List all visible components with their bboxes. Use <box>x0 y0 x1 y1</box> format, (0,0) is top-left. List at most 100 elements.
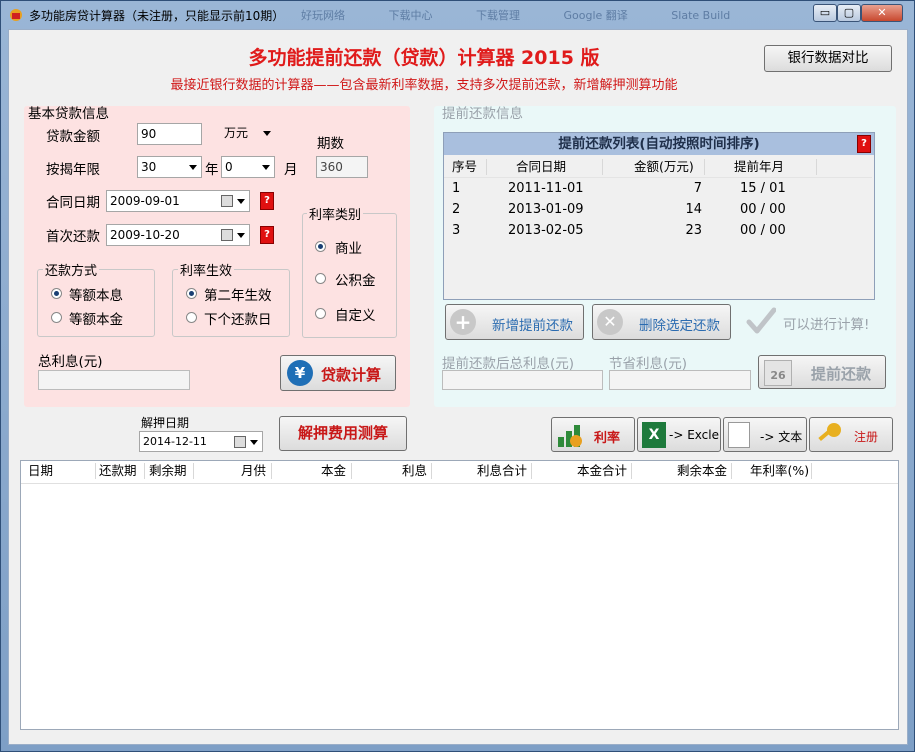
calendar-icon <box>221 229 233 241</box>
close-button[interactable]: ✕ <box>861 4 903 22</box>
close-circle-icon: ✕ <box>597 309 623 335</box>
after-interest-output <box>442 370 603 390</box>
col-date[interactable]: 日期 <box>28 461 53 481</box>
repay-method-title: 还款方式 <box>43 260 100 279</box>
title-bar[interactable]: 多功能房贷计算器（未注册，只能显示前10期） 好玩网络 下载中心 下载管理 Go… <box>1 1 914 29</box>
schedule-header: 日期 还款期 剩余期 月供 本金 利息 利息合计 本金合计 剩余本金 年利率(%… <box>21 461 898 484</box>
col-interest-total[interactable]: 利息合计 <box>477 461 527 481</box>
contract-date-label: 合同日期 <box>46 195 100 211</box>
list-item[interactable]: 1 2011-11-01 7 15 / 01 <box>444 181 872 202</box>
key-icon <box>814 421 844 449</box>
release-cost-button[interactable]: 解押费用测算 <box>279 416 407 451</box>
prepay-row-amount: 14 <box>685 202 702 217</box>
add-prepay-label: 新增提前还款 <box>492 318 573 334</box>
export-excel-label: -> Excle <box>669 428 719 442</box>
maximize-button[interactable]: ▢ <box>837 4 861 22</box>
months-select[interactable]: 0 <box>221 156 275 178</box>
background-tabs: 好玩网络 下载中心 下载管理 Google 翻译 Slate Build <box>301 9 731 22</box>
delete-prepay-label: 删除选定还款 <box>639 318 720 334</box>
rate-effect-next-year-label[interactable]: 第二年生效 <box>204 284 272 304</box>
calendar-icon: 26 <box>764 360 792 386</box>
rate-type-commercial-label[interactable]: 商业 <box>335 237 362 257</box>
help-contract-date-icon[interactable]: ? <box>260 192 274 210</box>
col-interest[interactable]: 利息 <box>402 461 427 481</box>
prepay-row-yearmonth: 00 / 00 <box>740 223 786 238</box>
prepay-row-amount: 7 <box>693 181 702 196</box>
col-remaining-principal[interactable]: 剩余本金 <box>677 461 727 481</box>
repay-equal-principal-radio[interactable] <box>51 312 62 323</box>
amount-unit-select[interactable]: 万元 <box>221 123 275 145</box>
rate-type-commercial-radio[interactable] <box>315 241 326 252</box>
basic-loan-panel: 基本贷款信息 贷款金额 90 万元 按揭年限 30 年 0 月 期数 360 合… <box>24 106 410 407</box>
repay-equal-installment-label[interactable]: 等额本息 <box>69 284 123 304</box>
rate-type-fund-radio[interactable] <box>315 273 326 284</box>
export-text-label: -> 文本 <box>760 430 803 444</box>
list-item[interactable]: 2 2013-01-09 14 00 / 00 <box>444 202 872 223</box>
export-excel-button[interactable]: X -> Excle <box>637 417 721 452</box>
prepay-calc-button[interactable]: 26 提前还款 <box>758 355 886 389</box>
delete-prepay-button[interactable]: ✕ 删除选定还款 <box>592 304 731 340</box>
rate-button[interactable]: 利率 <box>551 417 635 452</box>
col-remaining-periods[interactable]: 剩余期 <box>149 461 187 481</box>
col-monthly-payment[interactable]: 月供 <box>241 461 266 481</box>
rate-type-group: 利率类别 商业 公积金 自定义 <box>302 204 397 338</box>
col-principal-total[interactable]: 本金合计 <box>577 461 627 481</box>
bank-compare-button[interactable]: 银行数据对比 <box>764 45 892 72</box>
repay-method-group: 还款方式 等额本息 等额本金 <box>37 260 155 337</box>
years-value: 30 <box>141 160 157 174</box>
release-date-picker[interactable]: 2014-12-11 <box>139 431 263 452</box>
page-title: 多功能提前还款（贷款）计算器 2015 版 <box>248 47 600 69</box>
calendar-icon <box>221 195 233 207</box>
help-first-repay-icon[interactable]: ? <box>260 226 274 244</box>
page-subtitle: 最接近银行数据的计算器——包含最新利率数据，支持多次提前还款，新增解押测算功能 <box>170 78 678 93</box>
col-period[interactable]: 还款期 <box>99 461 137 481</box>
export-text-button[interactable]: -> 文本 <box>723 417 807 452</box>
saved-interest-output <box>609 370 751 390</box>
prepay-list-box[interactable]: 提前还款列表(自动按照时间排序) ? 序号 合同日期 金额(万元) 提前年月 1… <box>443 132 875 300</box>
rate-effect-next-payment-label[interactable]: 下个还款日 <box>204 308 272 328</box>
month-unit-label: 月 <box>284 162 298 178</box>
prepay-row-index: 2 <box>452 202 461 217</box>
text-file-icon <box>728 422 750 448</box>
prepay-col-amount[interactable]: 金额(万元) <box>634 157 694 177</box>
app-logo-icon <box>9 8 23 22</box>
rate-type-custom-label[interactable]: 自定义 <box>335 304 376 324</box>
list-item[interactable]: 3 2013-02-05 23 00 / 00 <box>444 223 872 244</box>
rate-type-title: 利率类别 <box>307 204 364 223</box>
prepay-list-header: 序号 合同日期 金额(万元) 提前年月 <box>444 157 872 178</box>
years-select[interactable]: 30 <box>137 156 202 178</box>
chevron-down-icon <box>237 199 245 204</box>
col-principal[interactable]: 本金 <box>321 461 346 481</box>
prepay-col-yearmonth[interactable]: 提前年月 <box>734 157 784 177</box>
rate-effect-next-year-radio[interactable] <box>186 288 197 299</box>
release-date-value: 2014-12-11 <box>143 435 207 448</box>
repay-equal-principal-label[interactable]: 等额本金 <box>69 308 123 328</box>
help-prepay-list-icon[interactable]: ? <box>857 135 871 153</box>
prepay-col-index[interactable]: 序号 <box>452 157 477 177</box>
rate-type-custom-radio[interactable] <box>315 308 326 319</box>
register-button[interactable]: 注册 <box>809 417 893 452</box>
contract-date-picker[interactable]: 2009-09-01 <box>106 190 250 212</box>
add-prepay-button[interactable]: + 新增提前还款 <box>445 304 584 340</box>
excel-icon: X <box>642 422 666 448</box>
first-repay-date-picker[interactable]: 2009-10-20 <box>106 224 250 246</box>
rate-type-fund-label[interactable]: 公积金 <box>335 269 376 289</box>
repay-equal-installment-radio[interactable] <box>51 288 62 299</box>
chevron-down-icon <box>189 165 197 170</box>
col-annual-rate[interactable]: 年利率(%) <box>750 461 809 481</box>
prepay-col-date[interactable]: 合同日期 <box>516 157 566 177</box>
amount-input[interactable]: 90 <box>137 123 202 145</box>
rate-effect-group: 利率生效 第二年生效 下个还款日 <box>172 260 290 337</box>
rate-effect-title: 利率生效 <box>178 260 235 279</box>
rate-effect-next-payment-radio[interactable] <box>186 312 197 323</box>
minimize-button[interactable]: ▭ <box>813 4 837 22</box>
periods-label: 期数 <box>317 136 344 152</box>
loan-calc-button[interactable]: ¥ 贷款计算 <box>280 355 396 391</box>
calendar-icon <box>234 436 246 448</box>
window-title: 多功能房贷计算器（未注册，只能显示前10期） <box>29 9 285 23</box>
loan-calc-label: 贷款计算 <box>321 366 382 384</box>
prepay-list-title: 提前还款列表(自动按照时间排序) <box>444 133 874 155</box>
first-repay-label: 首次还款 <box>46 229 100 245</box>
saved-interest-label: 节省利息(元) <box>609 356 688 372</box>
schedule-table[interactable]: 日期 还款期 剩余期 月供 本金 利息 利息合计 本金合计 剩余本金 年利率(%… <box>20 460 899 730</box>
